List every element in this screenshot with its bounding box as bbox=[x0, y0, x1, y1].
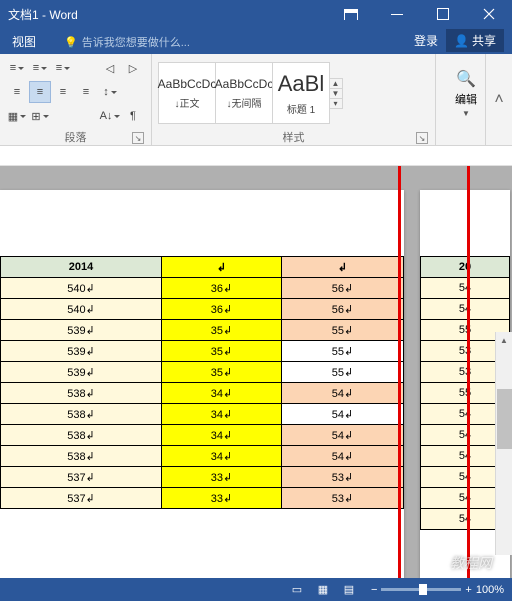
collapse-ribbon-button[interactable]: ˄ bbox=[486, 54, 512, 145]
edit-dropdown[interactable]: 🔍 编辑 ▼ bbox=[442, 57, 490, 129]
styles-group-label: 样式 bbox=[283, 129, 305, 145]
print-layout-button[interactable]: ▦ bbox=[311, 581, 335, 599]
gallery-up[interactable]: ▲ bbox=[329, 79, 342, 89]
table-row: 540↲36↲56↲ bbox=[1, 278, 404, 299]
share-label: 共享 bbox=[472, 32, 496, 49]
increase-indent-button[interactable]: ▷ bbox=[122, 57, 144, 79]
shading-button[interactable]: ▦ bbox=[6, 105, 28, 127]
edit-label: 编辑 bbox=[455, 91, 477, 107]
minimize-button[interactable] bbox=[374, 0, 420, 28]
vertical-scrollbar[interactable]: ▲ bbox=[495, 332, 512, 555]
side-header: 20 bbox=[421, 257, 510, 278]
app-suffix: - Word bbox=[39, 8, 78, 22]
table-row: 538↲34↲54↲ bbox=[1, 404, 404, 425]
chevron-down-icon: ▼ bbox=[462, 109, 470, 118]
paragraph-dialog-launcher[interactable]: ↘ bbox=[132, 132, 144, 144]
ruler[interactable] bbox=[0, 146, 512, 166]
close-button[interactable] bbox=[466, 0, 512, 28]
gallery-down[interactable]: ▼ bbox=[329, 89, 342, 99]
doc-name: 文档1 bbox=[8, 8, 39, 22]
tell-me-placeholder: 告诉我您想要做什么... bbox=[82, 34, 190, 50]
table-header: 2014 bbox=[1, 257, 162, 278]
borders-button[interactable]: ⊞ bbox=[29, 105, 51, 127]
lightbulb-icon: 💡 bbox=[64, 36, 78, 49]
ribbon-options-button[interactable] bbox=[328, 0, 374, 28]
read-mode-button[interactable]: ▭ bbox=[285, 581, 309, 599]
zoom-slider[interactable] bbox=[381, 588, 461, 591]
login-link[interactable]: 登录 bbox=[408, 30, 444, 51]
table-row: 54 bbox=[421, 278, 510, 299]
scroll-up-button[interactable]: ▲ bbox=[496, 332, 512, 349]
table-row: 537↲33↲53↲ bbox=[1, 488, 404, 509]
table-row: 540↲36↲56↲ bbox=[1, 299, 404, 320]
tab-view[interactable]: 视图 bbox=[0, 29, 48, 54]
align-right-button[interactable]: ≡ bbox=[52, 81, 74, 103]
style-normal[interactable]: AaBbCcDc ↓正文 bbox=[158, 62, 216, 124]
zoom-level[interactable]: 100% bbox=[476, 584, 504, 596]
table-row: 54 bbox=[421, 299, 510, 320]
gallery-more[interactable]: ▾ bbox=[329, 99, 342, 108]
web-layout-button[interactable]: ▤ bbox=[337, 581, 361, 599]
align-left-button[interactable]: ≡ bbox=[6, 81, 28, 103]
decrease-indent-button[interactable]: ◁ bbox=[99, 57, 121, 79]
line-spacing-button[interactable]: ↕ bbox=[99, 81, 121, 103]
share-icon: 👤 bbox=[454, 34, 469, 48]
table-row: 538↲34↲54↲ bbox=[1, 446, 404, 467]
share-button[interactable]: 👤 共享 bbox=[446, 29, 504, 52]
maximize-button[interactable] bbox=[420, 0, 466, 28]
paragraph-group-label: 段落 bbox=[65, 129, 87, 145]
style-heading1[interactable]: AaBl 标题 1 bbox=[272, 62, 330, 124]
zoom-in-button[interactable]: + bbox=[465, 584, 471, 596]
find-icon: 🔍 bbox=[456, 69, 476, 89]
styles-dialog-launcher[interactable]: ↘ bbox=[416, 132, 428, 144]
multilevel-button[interactable]: ≡ bbox=[52, 57, 74, 79]
document-area[interactable]: 2014 ↲ ↲ 540↲36↲56↲540↲36↲56↲539↲35↲55↲5… bbox=[0, 166, 512, 578]
table-row: 537↲33↲53↲ bbox=[1, 467, 404, 488]
numbering-button[interactable]: ≡ bbox=[29, 57, 51, 79]
main-table[interactable]: 2014 ↲ ↲ 540↲36↲56↲540↲36↲56↲539↲35↲55↲5… bbox=[0, 256, 404, 509]
align-justify-button[interactable]: ≡ bbox=[75, 81, 97, 103]
zoom-out-button[interactable]: − bbox=[371, 584, 377, 596]
bullets-button[interactable]: ≡ bbox=[6, 57, 28, 79]
tell-me-search[interactable]: 💡 告诉我您想要做什么... bbox=[56, 30, 198, 54]
table-row: 538↲34↲54↲ bbox=[1, 425, 404, 446]
align-center-button[interactable]: ≡ bbox=[29, 81, 51, 103]
table-row: 539↲35↲55↲ bbox=[1, 362, 404, 383]
scroll-thumb[interactable] bbox=[497, 389, 512, 449]
table-row: 539↲35↲55↲ bbox=[1, 341, 404, 362]
sort-button[interactable]: A↓ bbox=[99, 105, 121, 127]
table-row: 539↲35↲55↲ bbox=[1, 320, 404, 341]
table-row: 538↲34↲54↲ bbox=[1, 383, 404, 404]
page-1: 2014 ↲ ↲ 540↲36↲56↲540↲36↲56↲539↲35↲55↲5… bbox=[0, 190, 404, 578]
style-no-spacing[interactable]: AaBbCcDc ↓无间隔 bbox=[215, 62, 273, 124]
show-marks-button[interactable]: ¶ bbox=[122, 105, 144, 127]
